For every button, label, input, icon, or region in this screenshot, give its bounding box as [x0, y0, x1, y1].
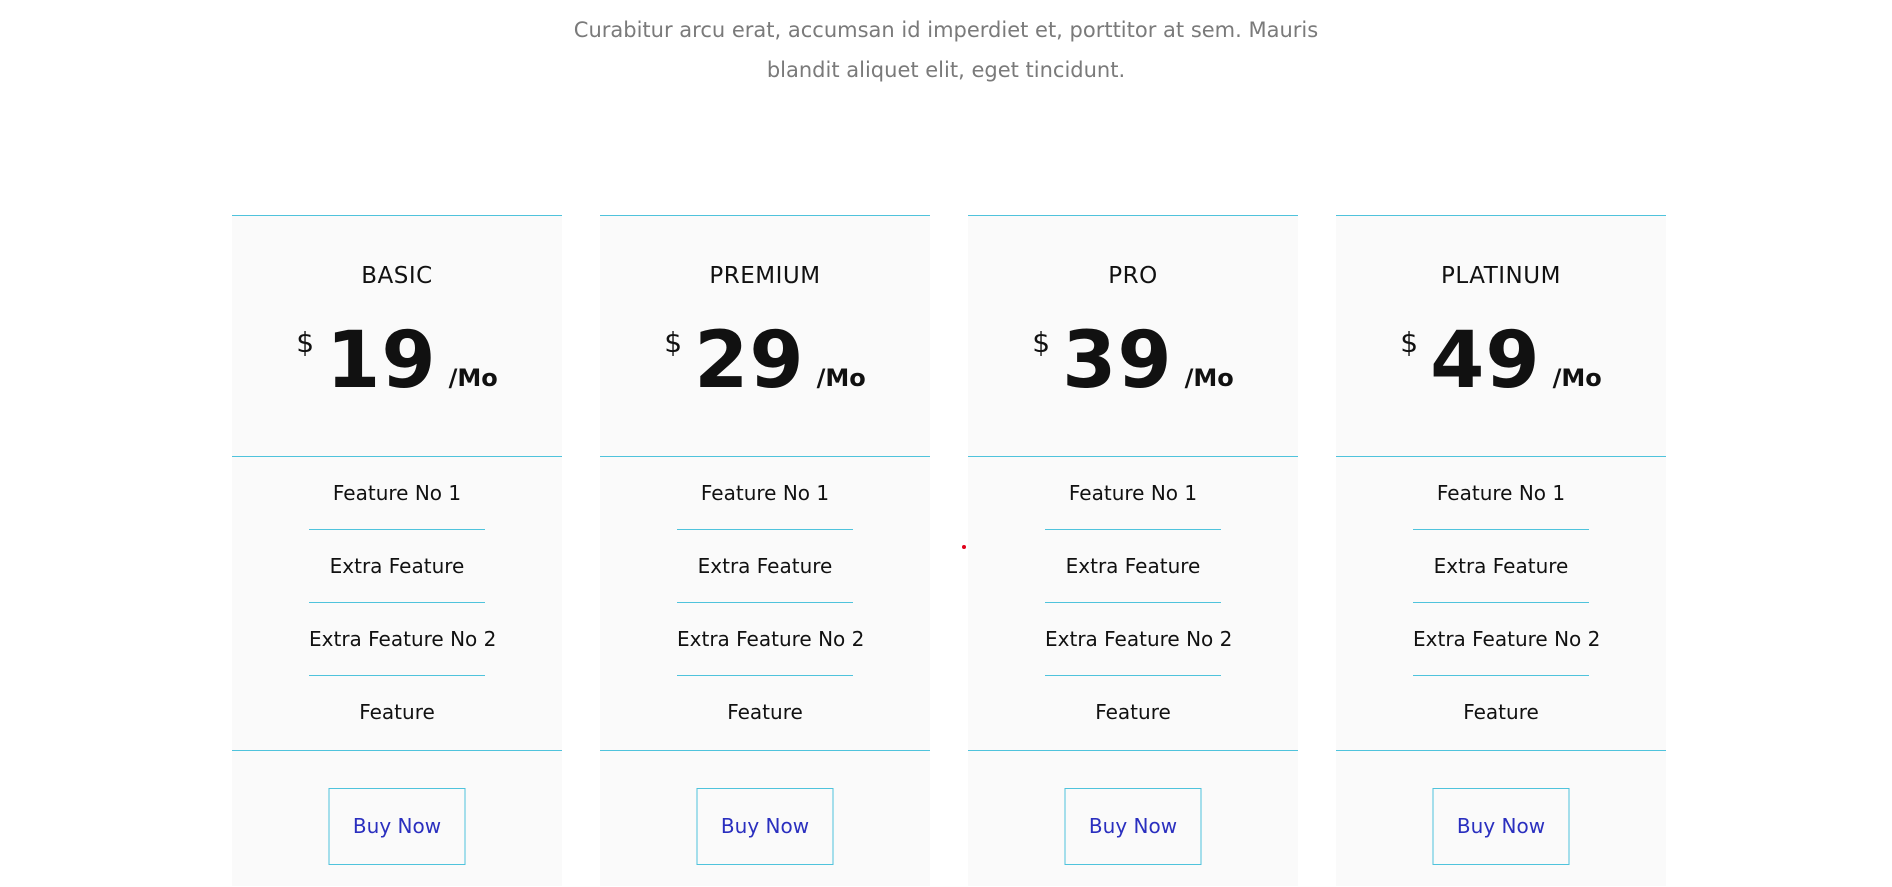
- feature-item: Extra Feature No 2: [677, 603, 864, 676]
- feature-item: Feature: [727, 700, 803, 724]
- price-period: /Mo: [1184, 364, 1234, 392]
- pricing-card-basic: BASIC $19/Mo Feature No 1 Extra Feature …: [232, 215, 562, 886]
- feature-list: Feature No 1 Extra Feature Extra Feature…: [232, 457, 562, 751]
- pricing-card-footer: Buy Now: [600, 751, 930, 887]
- intro-line-1: Curabitur arcu erat, accumsan id imperdi…: [573, 18, 1319, 42]
- pricing-card-header: PLATINUM $49/Mo: [1336, 216, 1666, 457]
- feature-item: Extra Feature No 2: [309, 603, 496, 676]
- feature-item: Extra Feature: [677, 530, 853, 603]
- marker-dot: [962, 545, 966, 549]
- feature-item: Feature No 1: [1413, 457, 1589, 530]
- price-period: /Mo: [816, 364, 866, 392]
- buy-now-button-pro[interactable]: Buy Now: [1064, 788, 1202, 865]
- price-amount: 19: [326, 316, 437, 406]
- feature-item: Extra Feature: [1413, 530, 1589, 603]
- price-currency: $: [1400, 326, 1419, 359]
- feature-item: Feature: [359, 700, 435, 724]
- feature-list: Feature No 1 Extra Feature Extra Feature…: [600, 457, 930, 751]
- pricing-card-platinum: PLATINUM $49/Mo Feature No 1 Extra Featu…: [1336, 215, 1666, 886]
- feature-item: Feature No 1: [1045, 457, 1221, 530]
- price-period: /Mo: [1552, 364, 1602, 392]
- price-amount: 49: [1430, 316, 1541, 406]
- feature-item: Extra Feature No 2: [1045, 603, 1232, 676]
- price-amount: 29: [694, 316, 805, 406]
- price: $29/Mo: [600, 316, 930, 406]
- pricing-card-header: BASIC $19/Mo: [232, 216, 562, 457]
- feature-list: Feature No 1 Extra Feature Extra Feature…: [1336, 457, 1666, 751]
- price-currency: $: [664, 326, 683, 359]
- pricing-card-pro: PRO $39/Mo Feature No 1 Extra Feature Ex…: [968, 215, 1298, 886]
- pricing-card-footer: Buy Now: [1336, 751, 1666, 887]
- feature-item: Feature No 1: [309, 457, 485, 530]
- pricing-card-header: PRO $39/Mo: [968, 216, 1298, 457]
- plan-name: PREMIUM: [709, 263, 821, 289]
- price: $39/Mo: [968, 316, 1298, 406]
- buy-now-button-basic[interactable]: Buy Now: [328, 788, 466, 865]
- pricing-card-header: PREMIUM $29/Mo: [600, 216, 930, 457]
- pricing-card-footer: Buy Now: [968, 751, 1298, 887]
- plan-name: PRO: [1108, 263, 1158, 289]
- feature-item: Extra Feature: [309, 530, 485, 603]
- buy-now-button-platinum[interactable]: Buy Now: [1432, 788, 1570, 865]
- feature-item: Feature: [1095, 700, 1171, 724]
- price-currency: $: [1032, 326, 1051, 359]
- price: $19/Mo: [232, 316, 562, 406]
- feature-item: Feature: [1463, 700, 1539, 724]
- buy-now-button-premium[interactable]: Buy Now: [696, 788, 834, 865]
- price-currency: $: [296, 326, 315, 359]
- feature-item: Extra Feature No 2: [1413, 603, 1600, 676]
- feature-list: Feature No 1 Extra Feature Extra Feature…: [968, 457, 1298, 751]
- price-period: /Mo: [448, 364, 498, 392]
- feature-item: Extra Feature: [1045, 530, 1221, 603]
- price: $49/Mo: [1336, 316, 1666, 406]
- price-amount: 39: [1062, 316, 1173, 406]
- pricing-card-premium: PREMIUM $29/Mo Feature No 1 Extra Featur…: [600, 215, 930, 886]
- intro-text: Curabitur arcu erat, accumsan id imperdi…: [0, 10, 1892, 90]
- plan-name: PLATINUM: [1441, 263, 1561, 289]
- feature-item: Feature No 1: [677, 457, 853, 530]
- pricing-card-footer: Buy Now: [232, 751, 562, 887]
- intro-line-2: blandit aliquet elit, eget tincidunt.: [766, 58, 1126, 82]
- plan-name: BASIC: [361, 263, 433, 289]
